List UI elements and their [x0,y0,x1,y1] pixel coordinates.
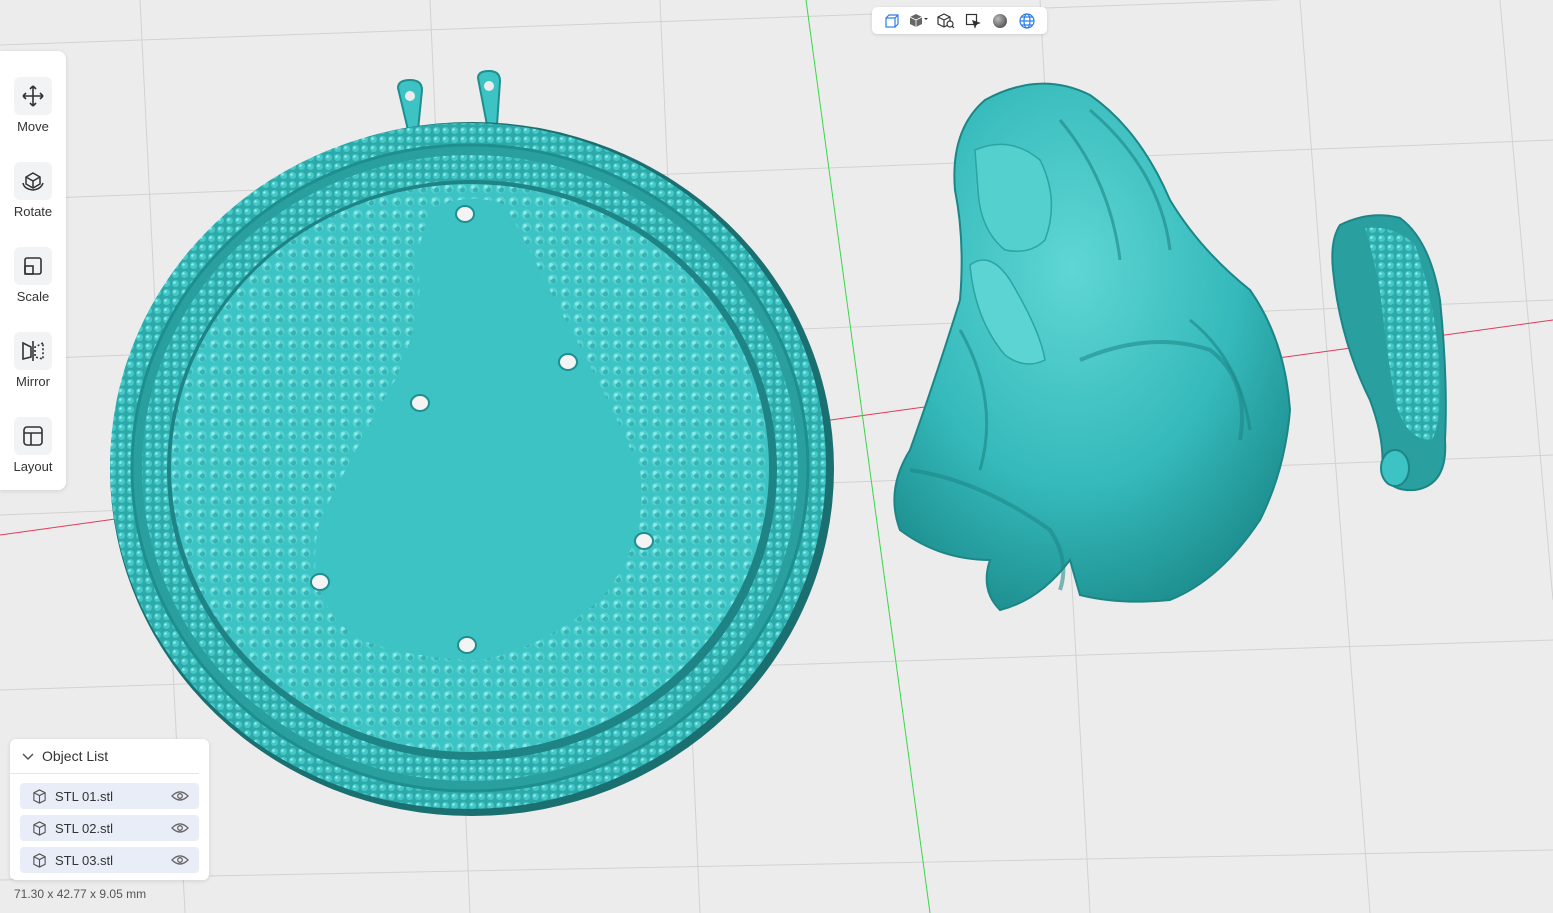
pendant-model [110,69,834,816]
eye-icon[interactable] [171,822,189,834]
mirror-icon [14,332,52,370]
fit-view-icon[interactable] [932,10,959,32]
object-name: STL 03.stl [55,852,114,868]
chevron-down-icon [22,748,34,764]
rotate-icon [14,162,52,200]
select-area-icon[interactable] [959,10,986,32]
object-row-stl-03[interactable]: STL 03.stl [20,847,199,873]
move-tool[interactable]: Move [0,71,66,141]
layout-tool[interactable]: Layout [0,411,66,481]
cube-icon [32,852,47,868]
transform-toolbar: Move Rotate Scale Mirror Layout [0,51,66,490]
model-dimensions: 71.30 x 42.77 x 9.05 mm [14,887,147,901]
mirror-tool-label: Mirror [16,374,50,389]
object-list-panel: Object List STL 01.stl STL 02.stl STL 03… [10,739,209,880]
cube-icon [32,788,47,804]
object-list-title: Object List [42,748,109,764]
3d-viewport[interactable] [0,0,1553,913]
object-name: STL 02.stl [55,820,114,836]
view-toolbar [872,7,1047,34]
scale-tool-label: Scale [16,289,50,304]
eye-icon[interactable] [171,790,189,802]
object-list-header[interactable]: Object List [10,739,199,774]
scene-canvas [0,0,1553,913]
layout-tool-label: Layout [13,459,53,474]
cube-icon [32,820,47,836]
layout-icon [14,417,52,455]
scale-tool[interactable]: Scale [0,241,66,311]
mirror-tool[interactable]: Mirror [0,326,66,396]
scale-icon [14,247,52,285]
figure-model [893,82,1292,612]
perspective-view-icon[interactable] [878,10,905,32]
rotate-tool-label: Rotate [13,204,53,219]
object-row-stl-01[interactable]: STL 01.stl [20,783,199,809]
ring-model [1331,214,1447,492]
solid-shading-icon[interactable] [986,10,1013,32]
move-tool-label: Move [17,119,49,134]
wireframe-shading-icon[interactable] [1013,10,1040,32]
object-name: STL 01.stl [55,788,114,804]
view-cube-dropdown-icon[interactable] [905,10,932,32]
object-row-stl-02[interactable]: STL 02.stl [20,815,199,841]
move-icon [14,77,52,115]
rotate-tool[interactable]: Rotate [0,156,66,226]
eye-icon[interactable] [171,854,189,866]
